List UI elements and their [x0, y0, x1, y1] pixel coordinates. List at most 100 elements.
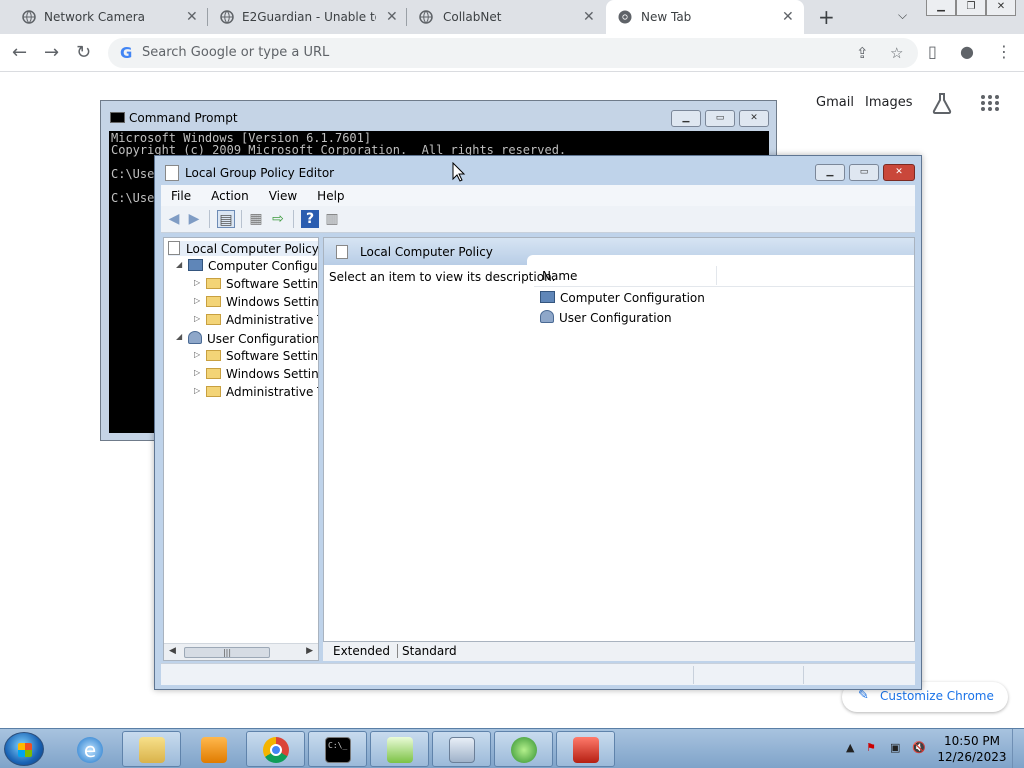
tree-item-administrative-templates[interactable]: ▷ Administrative Te	[194, 385, 318, 399]
folder-icon	[206, 314, 221, 325]
close-button[interactable]: ✕	[986, 0, 1016, 16]
tree-item-administrative-templates[interactable]: ▷ Administrative Te	[194, 313, 318, 327]
horizontal-scrollbar[interactable]: ◀ ||| ▶	[164, 643, 318, 660]
tree-item-local-computer-policy[interactable]: Local Computer Policy	[168, 241, 318, 256]
expand-arrow-icon[interactable]: ▷	[194, 350, 200, 359]
internet-explorer-icon: e	[77, 737, 103, 763]
tree-item-label: Windows Setting	[226, 367, 319, 381]
maximize-button[interactable]: ▭	[705, 110, 735, 127]
profile-icon[interactable]: ●	[960, 42, 974, 61]
taskbar-windows-update[interactable]	[494, 731, 553, 767]
show-hidden-icons[interactable]: ▲	[846, 741, 854, 754]
system-clock[interactable]: 10:50 PM 12/26/2023	[932, 733, 1012, 765]
volume-muted-icon[interactable]: 🔇	[912, 741, 926, 754]
taskbar-chrome[interactable]	[246, 731, 305, 767]
taskbar-editor[interactable]	[370, 731, 429, 767]
expand-arrow-icon[interactable]: ▷	[194, 296, 200, 305]
properties-icon[interactable]: ▦	[247, 210, 265, 228]
minimize-button[interactable]: ▁	[926, 0, 956, 16]
tree-item-windows-settings[interactable]: ▷ Windows Setting	[194, 295, 318, 309]
chrome-toolbar: ← → ↻ G Search Google or type a URL ⇪ ☆ …	[0, 34, 1024, 72]
images-link[interactable]: Images	[865, 95, 913, 110]
menu-help[interactable]: Help	[307, 189, 354, 203]
users-icon	[540, 310, 554, 323]
new-tab-button[interactable]: +	[818, 5, 835, 29]
menu-action[interactable]: Action	[201, 189, 259, 203]
close-icon[interactable]: ✕	[583, 9, 595, 25]
tab-new-tab[interactable]: New Tab ✕	[606, 0, 804, 34]
expand-arrow-icon[interactable]: ▷	[194, 314, 200, 323]
tab-standard[interactable]: Standard	[397, 644, 457, 658]
expand-arrow-icon[interactable]: ▷	[194, 386, 200, 395]
menu-file[interactable]: File	[161, 189, 201, 203]
collapse-arrow-icon[interactable]: ◢	[176, 260, 182, 269]
collapse-arrow-icon[interactable]: ◢	[176, 332, 182, 341]
scroll-right-icon[interactable]: ▶	[306, 646, 313, 656]
close-icon[interactable]: ✕	[782, 9, 794, 25]
group-policy-editor-window[interactable]: Local Group Policy Editor ▁ ▭ ✕ File Act…	[154, 155, 922, 690]
chevron-down-icon[interactable]: ⌵	[898, 8, 907, 23]
close-icon[interactable]: ✕	[386, 9, 398, 25]
taskbar-command-prompt[interactable]: C:\_	[308, 731, 367, 767]
tree-item-windows-settings[interactable]: ▷ Windows Setting	[194, 367, 319, 381]
share-icon[interactable]: ⇪	[856, 44, 869, 62]
filter-view-icon[interactable]: ▥	[323, 210, 341, 228]
list-item-user-configuration[interactable]: User Configuration	[540, 310, 672, 325]
apps-grid-icon[interactable]	[980, 94, 1000, 112]
cmd-icon	[110, 112, 125, 123]
back-arrow-icon[interactable]: ◀	[165, 210, 183, 228]
expand-arrow-icon[interactable]: ▷	[194, 278, 200, 287]
tab-network-camera[interactable]: Network Camera ✕	[0, 0, 207, 34]
column-separator[interactable]	[716, 266, 717, 285]
side-panel-icon[interactable]: ▯	[928, 42, 937, 61]
network-icon[interactable]: ▣	[890, 741, 900, 754]
back-arrow-icon[interactable]: ←	[12, 42, 27, 63]
show-hide-tree-icon[interactable]: ▤	[217, 210, 235, 228]
mouse-cursor-icon	[452, 162, 466, 182]
labs-flask-icon[interactable]	[932, 92, 952, 114]
folder-icon	[206, 296, 221, 307]
start-button[interactable]	[4, 732, 44, 766]
show-desktop-button[interactable]	[1012, 729, 1024, 768]
close-button[interactable]: ✕	[739, 110, 769, 127]
taskbar-explorer[interactable]	[122, 731, 181, 767]
taskbar-internet-explorer[interactable]: e	[60, 731, 119, 767]
forward-arrow-icon[interactable]: ▶	[185, 210, 203, 228]
tree-item-user-configuration[interactable]: ◢ User Configuration	[176, 331, 318, 346]
tab-extended[interactable]: Extended	[333, 644, 390, 658]
help-icon[interactable]: ?	[301, 210, 319, 228]
forward-arrow-icon[interactable]: →	[44, 42, 59, 63]
column-header-name[interactable]: Name	[542, 269, 577, 283]
taskbar-toolbox[interactable]	[556, 731, 615, 767]
gpe-toolbar: ◀ ▶ ▤ ▦ ⇨ ? ▥	[161, 206, 915, 233]
tree-item-software-settings[interactable]: ▷ Software Settings	[194, 277, 318, 291]
close-button[interactable]: ✕	[883, 164, 915, 181]
tree-item-computer-configuration[interactable]: ◢ Computer Configura	[176, 259, 318, 273]
reload-icon[interactable]: ↻	[76, 42, 91, 63]
menu-view[interactable]: View	[259, 189, 307, 203]
tab-label: E2Guardian - Unable to lo	[242, 10, 376, 24]
minimize-button[interactable]: ▁	[815, 164, 845, 181]
scrollbar-thumb[interactable]: |||	[184, 647, 270, 658]
export-list-icon[interactable]: ⇨	[269, 210, 287, 228]
restore-button[interactable]: ❐	[956, 0, 986, 16]
kebab-menu-icon[interactable]: ⋮	[996, 42, 1012, 61]
tree-item-software-settings[interactable]: ▷ Software Settings	[194, 349, 318, 363]
taskbar-media-player[interactable]	[184, 731, 243, 767]
star-icon[interactable]: ☆	[890, 44, 903, 62]
tab-e2guardian[interactable]: E2Guardian - Unable to lo ✕	[208, 0, 406, 34]
taskbar-calculator[interactable]	[432, 731, 491, 767]
close-icon[interactable]: ✕	[186, 9, 198, 25]
maximize-button[interactable]: ▭	[849, 164, 879, 181]
tab-label: Network Camera	[44, 10, 146, 24]
minimize-button[interactable]: ▁	[671, 110, 701, 127]
scroll-left-icon[interactable]: ◀	[169, 646, 176, 656]
gmail-link[interactable]: Gmail	[816, 95, 854, 110]
tab-collabnet[interactable]: CollabNet ✕	[407, 0, 605, 34]
window-controls: ▁ ▭ ✕	[671, 110, 769, 127]
expand-arrow-icon[interactable]: ▷	[194, 368, 200, 377]
list-item-computer-configuration[interactable]: Computer Configuration	[540, 291, 705, 305]
media-player-icon	[201, 737, 227, 763]
omnibox[interactable]: G Search Google or type a URL ⇪ ☆	[108, 38, 918, 68]
action-center-icon[interactable]: ⚑	[866, 741, 876, 754]
